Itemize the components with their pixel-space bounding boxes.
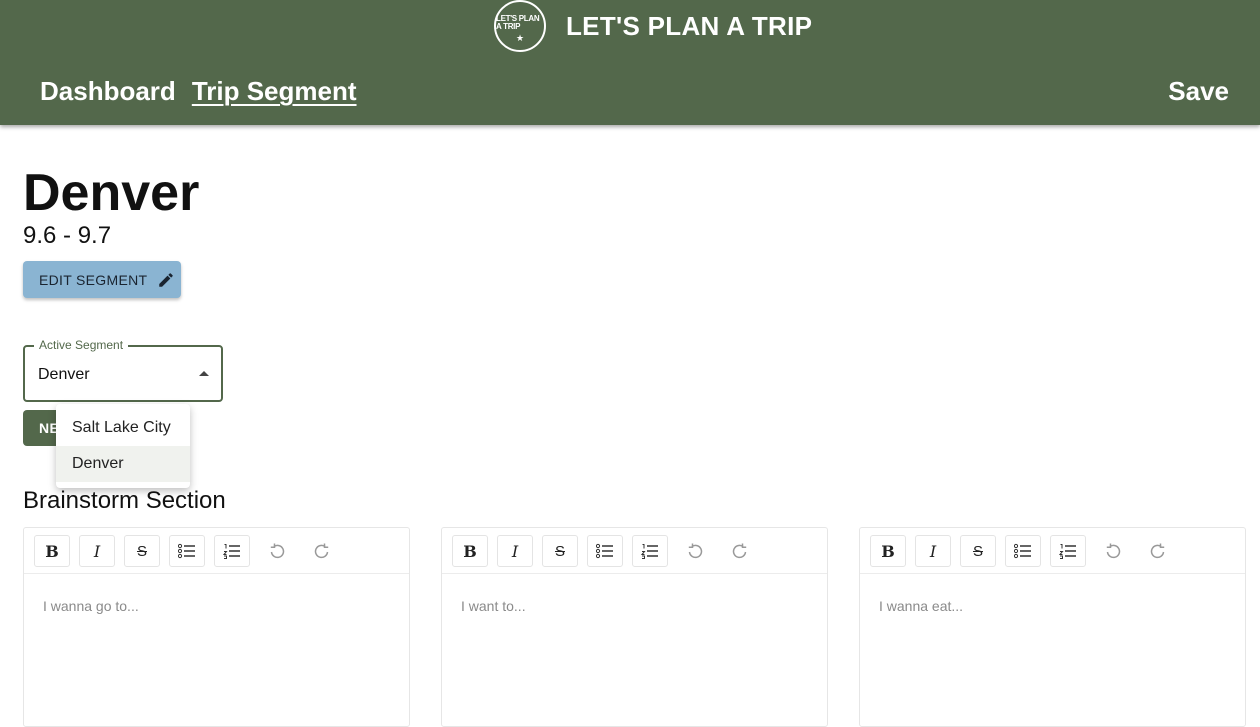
numbered-list-icon[interactable] [632,535,668,567]
edit-segment-label: EDIT SEGMENT [39,271,148,288]
caret-up-icon [199,371,209,376]
segment-dropdown-menu: Salt Lake City Denver [56,404,190,488]
bold-icon[interactable]: B [34,535,70,567]
bold-icon[interactable]: B [870,535,906,567]
undo-icon[interactable] [1095,535,1131,567]
segment-dates: 9.6 - 9.7 [23,222,112,249]
editor-placeholder[interactable]: I wanna eat... [879,598,963,614]
redo-icon[interactable] [304,535,340,567]
bold-icon[interactable]: B [452,535,488,567]
top-app-bar: LET'S PLAN A TRIP ★ LET'S PLAN A TRIP Da… [0,0,1260,125]
active-segment-legend: Active Segment [34,338,129,352]
undo-icon[interactable] [677,535,713,567]
active-segment-select[interactable]: Active Segment Denver [23,338,223,402]
editor-placeholder[interactable]: I want to... [461,598,526,614]
strikethrough-icon[interactable]: S [960,535,996,567]
strikethrough-icon[interactable]: S [124,535,160,567]
editor-placeholder[interactable]: I wanna go to... [43,598,139,614]
redo-icon[interactable] [1140,535,1176,567]
logo-text: LET'S PLAN A TRIP [496,14,540,31]
redo-icon[interactable] [722,535,758,567]
pencil-icon [159,272,174,287]
brainstorm-editor-eat: B I S I wanna eat... [859,527,1246,727]
editor-toolbar: B I S [24,528,409,574]
active-segment-value: Denver [38,366,90,383]
nav-trip-segment[interactable]: Trip Segment [192,76,357,107]
logo[interactable]: LET'S PLAN A TRIP ★ [494,0,546,52]
save-button[interactable]: Save [1168,76,1229,107]
numbered-list-icon[interactable] [1050,535,1086,567]
numbered-list-icon[interactable] [214,535,250,567]
brand: LET'S PLAN A TRIP ★ LET'S PLAN A TRIP [494,0,812,52]
bullet-list-icon[interactable] [1005,535,1041,567]
undo-icon[interactable] [259,535,295,567]
edit-segment-button[interactable]: EDIT SEGMENT [23,261,181,298]
italic-icon[interactable]: I [497,535,533,567]
app-title: LET'S PLAN A TRIP [566,10,813,41]
editor-toolbar: B I S [860,528,1245,574]
bullet-list-icon[interactable] [587,535,623,567]
brainstorm-section-title: Brainstorm Section [23,487,226,514]
editor-toolbar: B I S [442,528,827,574]
dropdown-option-salt-lake-city[interactable]: Salt Lake City [56,410,190,446]
nav-dashboard[interactable]: Dashboard [40,76,176,107]
star-icon: ★ [515,33,525,43]
italic-icon[interactable]: I [79,535,115,567]
segment-title: Denver [23,164,200,222]
brainstorm-editor-do: B I S I want to... [441,527,828,727]
bullet-list-icon[interactable] [169,535,205,567]
dropdown-option-denver[interactable]: Denver [56,446,190,482]
main-nav: Dashboard Trip Segment [40,76,357,107]
strikethrough-icon[interactable]: S [542,535,578,567]
italic-icon[interactable]: I [915,535,951,567]
brainstorm-editor-go: B I S I wanna go to... [23,527,410,727]
